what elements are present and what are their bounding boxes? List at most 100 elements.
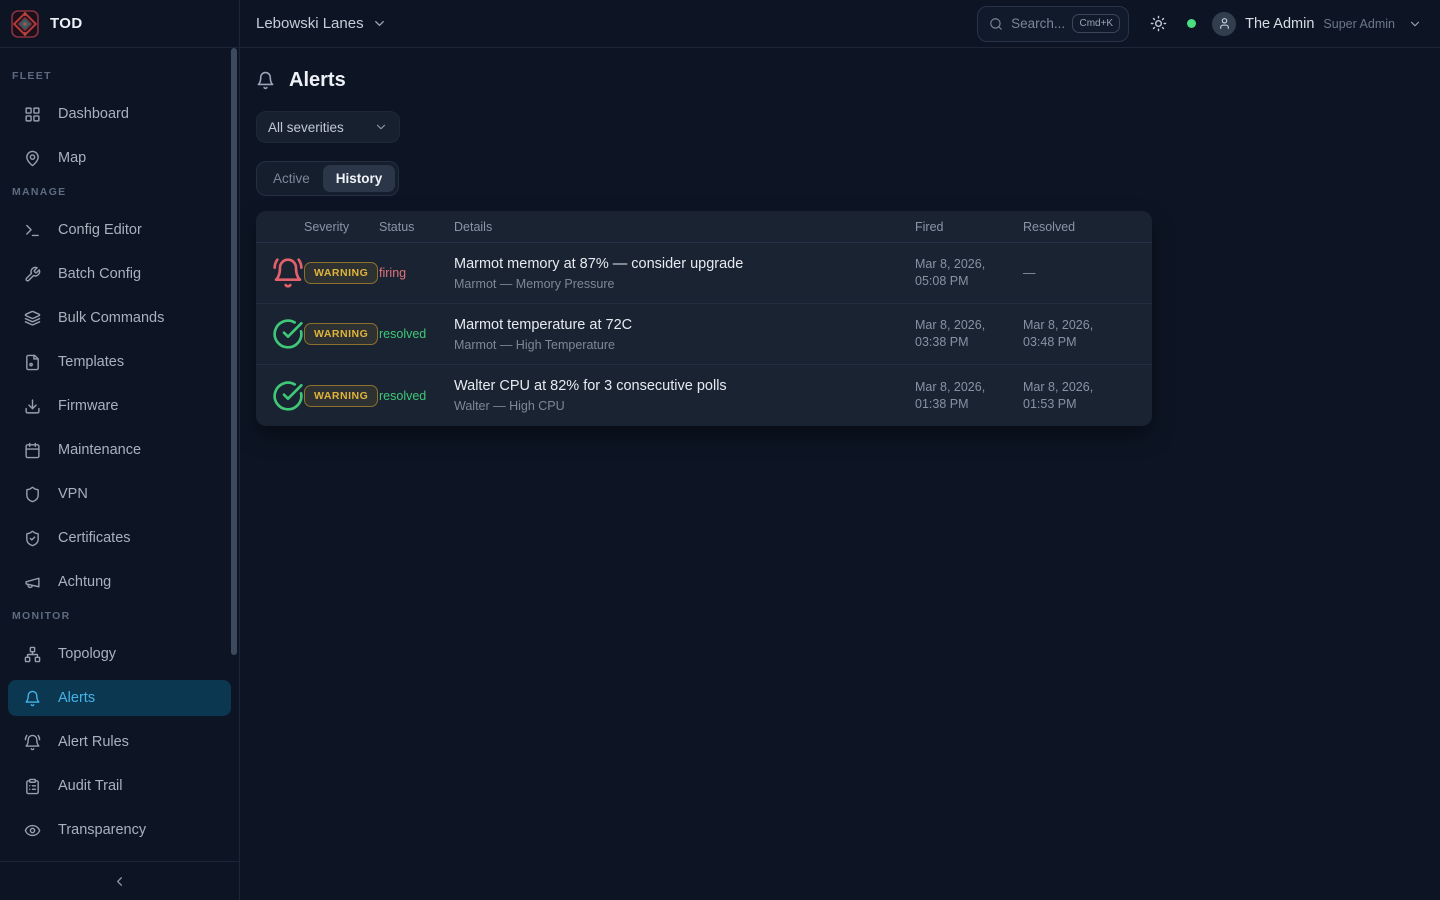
bell-ring-icon [24,734,41,751]
alert-subtitle: Walter — High CPU [454,399,915,413]
nav-section-label-monitor: MONITOR [12,610,227,622]
sidebar-item-bulk-commands[interactable]: Bulk Commands [8,300,231,336]
sidebar-item-label: Alert Rules [58,734,129,750]
bell-icon [256,71,275,90]
connection-status-dot [1187,19,1196,28]
tab-history[interactable]: History [323,165,396,192]
chevron-down-icon [1408,17,1422,31]
network-icon [24,646,41,663]
sidebar-item-label: Firmware [58,398,118,414]
alerts-tabs: ActiveHistory [256,161,399,196]
check-circle-icon [272,318,304,350]
severity-filter-select[interactable]: All severities [256,111,400,143]
brand-name: TOD [50,15,83,32]
org-name: Lebowski Lanes [256,15,364,32]
table-row[interactable]: WARNINGfiring Marmot memory at 87% — cons… [256,243,1152,304]
sidebar: TOD FLEET Dashboard Map MANAGE Config Editor… [0,0,240,900]
search-placeholder: Search... [1011,16,1064,31]
sidebar-item-map[interactable]: Map [8,140,231,176]
org-switcher[interactable]: Lebowski Lanes [256,15,387,32]
sidebar-item-config-editor[interactable]: Config Editor [8,212,231,248]
nav-section-label-manage: MANAGE [12,186,227,198]
table-row[interactable]: WARNINGresolvedMarmot temperature at 72C… [256,304,1152,365]
sidebar-item-audit-trail[interactable]: Audit Trail [8,768,231,804]
sidebar-item-maintenance[interactable]: Maintenance [8,432,231,468]
severity-badge: WARNING [304,323,378,345]
sidebar-item-achtung[interactable]: Achtung [8,564,231,600]
status-text: firing [379,266,406,280]
sidebar-item-label: Maintenance [58,442,141,458]
search-shortcut-badge: Cmd+K [1072,14,1120,33]
sidebar-header: TOD [0,0,239,48]
resolved-line: Mar 8, 2026, [1023,317,1136,334]
theme-toggle-button[interactable] [1145,11,1171,37]
user-name: The Admin [1245,16,1314,32]
severity-badge: WARNING [304,262,378,284]
sidebar-item-label: Map [58,150,86,166]
page-title: Alerts [289,69,346,92]
fired-cell: Mar 8, 2026,03:38 PM [915,317,1023,351]
layout-grid-icon [24,106,41,123]
sidebar-collapse-button[interactable] [107,868,133,894]
tab-active[interactable]: Active [260,165,323,192]
alert-subtitle: Marmot — High Temperature [454,338,915,352]
sidebar-footer [0,861,239,900]
column-header-fired: Fired [915,220,1023,234]
user-role-badge: Super Admin [1323,17,1395,31]
alert-title: Walter CPU at 82% for 3 consecutive poll… [454,378,915,394]
sidebar-item-label: Transparency [58,822,146,838]
sidebar-item-label: Certificates [58,530,131,546]
sidebar-item-certificates[interactable]: Certificates [8,520,231,556]
user-icon [1218,17,1231,30]
chevron-left-icon [112,874,127,889]
nav-section-label-fleet: FLEET [12,70,227,82]
search-input[interactable]: Search... Cmd+K [977,6,1129,42]
sidebar-scrollbar[interactable] [231,48,237,655]
resolved-line: 03:48 PM [1023,334,1136,351]
resolved-cell: — [1023,265,1136,282]
bell-icon [24,690,41,707]
sidebar-item-label: Audit Trail [58,778,122,794]
sidebar-item-batch-config[interactable]: Batch Config [8,256,231,292]
fired-line: Mar 8, 2026, [915,379,1023,396]
resolved-line: — [1023,265,1136,282]
chevron-down-icon [372,16,387,31]
sidebar-item-templates[interactable]: Templates [8,344,231,380]
sidebar-item-topology[interactable]: Topology [8,636,231,672]
download-icon [24,398,41,415]
alert-title: Marmot memory at 87% — consider upgrade [454,256,915,272]
fired-cell: Mar 8, 2026,05:08 PM [915,256,1023,290]
status-text: resolved [379,327,426,341]
shield-icon [24,486,41,503]
topbar: Lebowski Lanes Search... Cmd+K The Admin… [240,0,1440,48]
sidebar-item-label: Templates [58,354,124,370]
avatar [1212,12,1236,36]
clipboard-icon [24,778,41,795]
table-row[interactable]: WARNINGresolvedWalter CPU at 82% for 3 c… [256,365,1152,426]
fired-cell: Mar 8, 2026,01:38 PM [915,379,1023,413]
check-circle-icon [272,380,304,412]
severity-badge: WARNING [304,385,378,407]
table-header-row: Severity Status Details Fired Resolved [256,211,1152,243]
sidebar-item-firmware[interactable]: Firmware [8,388,231,424]
sidebar-item-label: Config Editor [58,222,142,238]
user-menu[interactable]: The Admin Super Admin [1212,12,1422,36]
megaphone-icon [24,574,41,591]
sidebar-item-alerts[interactable]: Alerts [8,680,231,716]
column-header-status: Status [379,220,454,234]
sidebar-item-vpn[interactable]: VPN [8,476,231,512]
terminal-icon [24,222,41,239]
fired-line: 03:38 PM [915,334,1023,351]
severity-filter-value: All severities [268,120,344,135]
sidebar-item-dashboard[interactable]: Dashboard [8,96,231,132]
file-icon [24,354,41,371]
sidebar-item-transparency[interactable]: Transparency [8,812,231,848]
eye-icon [24,822,41,839]
fired-line: Mar 8, 2026, [915,317,1023,334]
sidebar-item-alert-rules[interactable]: Alert Rules [8,724,231,760]
sidebar-item-label: Bulk Commands [58,310,164,326]
resolved-line: Mar 8, 2026, [1023,379,1136,396]
search-icon [989,17,1003,31]
fired-line: 01:38 PM [915,396,1023,413]
resolved-cell: Mar 8, 2026,01:53 PM [1023,379,1136,413]
